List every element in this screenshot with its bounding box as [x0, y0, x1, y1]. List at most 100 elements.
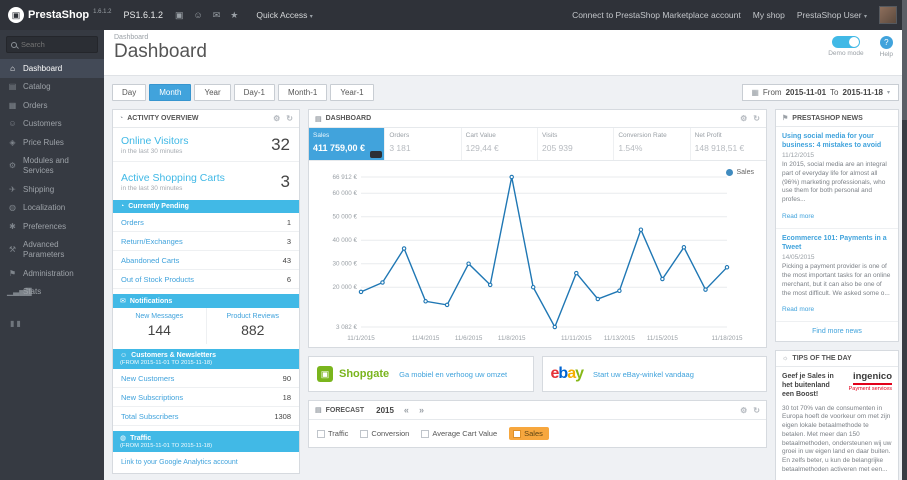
active-carts-label: Active Shopping Carts — [121, 172, 225, 184]
svg-text:66 912 €: 66 912 € — [332, 174, 357, 181]
modules-icon: ⚙ — [8, 161, 17, 171]
topbar-right: Connect to PrestaShop Marketplace accoun… — [572, 6, 907, 24]
localization-icon: ◍ — [9, 203, 16, 213]
ebay-link[interactable]: Start uw eBay-winkel vandaag — [593, 370, 694, 379]
filter-day-1-button[interactable]: Day-1 — [233, 84, 275, 101]
row-value: 3 — [286, 236, 291, 246]
filter-year-1-button[interactable]: Year-1 — [330, 84, 374, 101]
topbar-customers-icon[interactable]: ☺ — [194, 10, 203, 20]
kpi-orders[interactable]: Orders 3 181 — [385, 128, 462, 160]
sidebar-item-orders[interactable]: ▦ Orders — [0, 96, 104, 115]
topbar-stats-icon[interactable]: ★ — [230, 10, 238, 21]
shopgate-link[interactable]: Ga mobiel en verhoog uw omzet — [399, 370, 507, 379]
kpi-cart-value[interactable]: Cart Value 129,44 € — [462, 128, 538, 160]
previous-year-button[interactable]: « — [404, 405, 409, 415]
kpi-value: 3 181 — [389, 143, 411, 153]
gear-icon[interactable]: ⚙ — [740, 114, 747, 123]
forecast-legend-average-cart-value[interactable]: Average Cart Value — [421, 429, 497, 438]
forecast-legend-conversion[interactable]: Conversion — [360, 429, 409, 438]
sidebar-item-administration[interactable]: ⚑ Administration — [0, 264, 104, 283]
kpi-value: 205 939 — [541, 143, 573, 153]
product-reviews[interactable]: Product Reviews 882 — [205, 308, 300, 344]
chart-legend[interactable]: Sales — [726, 169, 754, 176]
sidebar-collapse-button[interactable]: ▮▮ — [0, 315, 104, 332]
forecast-legend-traffic[interactable]: Traffic — [317, 429, 348, 438]
quick-access-menu[interactable]: Quick Access ▾ — [256, 10, 312, 20]
customers-row-new-subscriptions[interactable]: New Subscriptions 18 — [113, 388, 299, 407]
marketplace-link[interactable]: Connect to PrestaShop Marketplace accoun… — [572, 10, 741, 20]
date-range-picker[interactable]: ▦ From 2015-11-01 To 2015-11-18 ▾ — [742, 84, 899, 101]
google-analytics-link[interactable]: Link to your Google Analytics account — [113, 452, 299, 473]
pending-row-returns[interactable]: Return/Exchanges 3 — [113, 232, 299, 251]
quick-access-label: Quick Access — [256, 10, 308, 20]
topbar-cart-icon[interactable]: ▣ — [175, 10, 184, 21]
sidebar-item-modules[interactable]: ⚙ Modules and Services — [0, 152, 104, 180]
topbar-messages-icon[interactable]: ✉ — [213, 10, 221, 21]
prestashop-news-panel: ⚑ PRESTASHOP NEWS Using social media for… — [775, 109, 899, 343]
refresh-icon[interactable]: ↻ — [286, 114, 293, 123]
sidebar-item-stats[interactable]: ▁▃▅▇ Stats — [0, 283, 104, 302]
kpi-visits[interactable]: Visits 205 939 — [538, 128, 615, 160]
sidebar-item-label: Modules and Services — [23, 156, 69, 176]
gear-icon[interactable]: ⚙ — [273, 114, 280, 123]
filter-month-button[interactable]: Month — [149, 84, 192, 101]
filter-month-1-button[interactable]: Month-1 — [277, 84, 328, 101]
help-button[interactable]: ? — [879, 36, 893, 49]
forecast-legend-sales[interactable]: Sales — [509, 427, 549, 440]
shopgate-name: Shopgate — [339, 368, 390, 380]
pending-row-abandoned-carts[interactable]: Abandoned Carts 43 — [113, 251, 299, 270]
checkbox-icon — [317, 429, 325, 438]
prestashop-logo[interactable]: ▣ PrestaShop 1.6.1.2 — [0, 7, 120, 23]
sidebar-item-localization[interactable]: ◍ Localization — [0, 199, 104, 218]
new-messages[interactable]: New Messages 144 — [113, 308, 206, 344]
find-more-news-link[interactable]: Find more news — [776, 322, 898, 341]
refresh-icon[interactable]: ↻ — [753, 114, 760, 123]
catalog-icon: ▤ — [8, 82, 17, 92]
sidebar-item-price-rules[interactable]: ◈ Price Rules — [0, 133, 104, 152]
sidebar-item-preferences[interactable]: ✱ Preferences — [0, 217, 104, 236]
row-label: Orders — [121, 217, 144, 227]
gear-icon[interactable]: ⚙ — [740, 406, 747, 415]
news-article-title[interactable]: Using social media for your business: 4 … — [782, 132, 892, 150]
user-menu[interactable]: PrestaShop User ▾ — [797, 10, 867, 20]
sidebar-item-dashboard[interactable]: ⌂ Dashboard — [0, 59, 104, 78]
customers-row-new-customers[interactable]: New Customers 90 — [113, 369, 299, 388]
filter-day-button[interactable]: Day — [112, 84, 147, 101]
read-more-link[interactable]: Read more — [782, 306, 814, 313]
kpi-value: 1.54% — [618, 143, 643, 153]
demo-mode-toggle[interactable] — [831, 36, 860, 48]
person-icon: ☺ — [120, 352, 128, 359]
svg-text:11/13/2015: 11/13/2015 — [604, 335, 636, 342]
checkbox-icon — [513, 429, 522, 438]
search-input[interactable] — [21, 40, 93, 49]
row-label: Out of Stock Products — [121, 274, 194, 284]
customers-row-total-subscribers[interactable]: Total Subscribers 1308 — [113, 407, 299, 426]
my-shop-link[interactable]: My shop — [753, 10, 785, 20]
sidebar-item-customers[interactable]: ☺ Customers — [0, 115, 104, 134]
filter-year-button[interactable]: Year — [194, 84, 231, 101]
kpi-sales[interactable]: Sales 411 759,00 € — [309, 128, 386, 160]
kpi-net-profit[interactable]: Net Profit 148 918,51 € — [691, 128, 766, 160]
refresh-icon[interactable]: ↻ — [753, 406, 760, 415]
sidebar-item-advanced-parameters[interactable]: ⚒ Advanced Parameters — [0, 236, 104, 264]
svg-text:3 082 €: 3 082 € — [336, 324, 358, 331]
kpi-conversion-rate[interactable]: Conversion Rate 1.54% — [614, 128, 691, 160]
tip-body-text: 30 tot 70% van de consumenten in Europa … — [782, 404, 892, 473]
sidebar-search[interactable] — [6, 36, 98, 53]
read-more-link[interactable]: Read more — [782, 213, 814, 220]
kpi-label: Orders — [389, 132, 410, 139]
avatar[interactable] — [879, 6, 897, 24]
checkbox-icon — [421, 429, 430, 438]
sidebar-item-catalog[interactable]: ▤ Catalog — [0, 78, 104, 97]
scrollbar-thumb[interactable] — [902, 0, 907, 120]
price-rules-icon: ◈ — [9, 137, 16, 147]
pending-row-orders[interactable]: Orders 1 — [113, 213, 299, 232]
ingenico-tagline: Payment services — [848, 385, 892, 392]
row-value: 43 — [282, 255, 291, 265]
news-article-title[interactable]: Ecommerce 101: Payments in a Tweet — [782, 234, 892, 252]
sidebar-item-shipping[interactable]: ✈ Shipping — [0, 180, 104, 199]
svg-text:60 000 €: 60 000 € — [332, 190, 357, 197]
date-to-value: 2015-11-18 — [842, 88, 883, 97]
pending-row-out-of-stock[interactable]: Out of Stock Products 6 — [113, 270, 299, 289]
next-year-button[interactable]: » — [419, 405, 424, 415]
